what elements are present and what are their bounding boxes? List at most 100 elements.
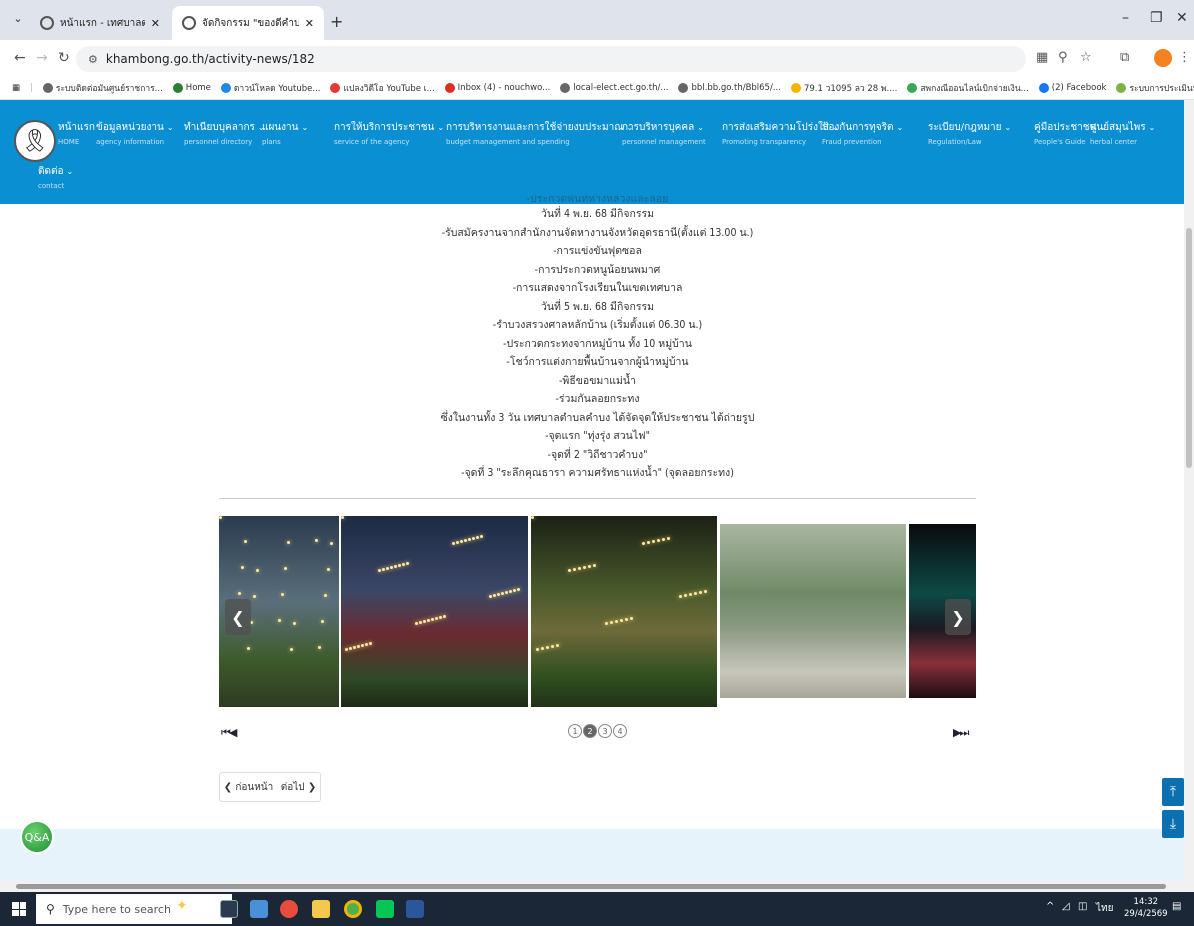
copilot-sparkle-icon[interactable]: ✦ <box>176 898 194 916</box>
string-light <box>244 540 247 543</box>
nav-item[interactable]: การให้บริการประชาชน ⌄ service of the agenc… <box>334 120 444 146</box>
gallery-page-button[interactable]: 2 <box>583 724 597 738</box>
bookmark-item[interactable]: local-elect.ect.go.th/... <box>560 82 668 93</box>
scroll-bottom-button[interactable]: ⤓ <box>1162 810 1184 838</box>
bookmark-item[interactable]: ระบบการประเมินประสิท... <box>1116 81 1194 95</box>
string-light <box>657 539 660 542</box>
store-icon[interactable] <box>250 900 268 918</box>
bookmark-item[interactable]: แปลงวิดีโอ YouTube เ... <box>330 81 435 95</box>
nav-item[interactable]: ระเบียบ/กฎหมาย ⌄ Regulation/Law <box>928 120 1011 146</box>
close-tab-icon[interactable]: ✕ <box>151 17 160 30</box>
taskbar-clock[interactable]: 14:32 29/4/2569 <box>1124 896 1168 920</box>
nav-item[interactable]: ข้อมูลหน่วยงาน ⌄ agency information <box>96 120 174 146</box>
restore-icon[interactable]: ❐ <box>1150 10 1163 26</box>
browser-tab-active[interactable]: จัดกิจกรรม "ของดีคำบง ลอยกระ ✕ <box>172 6 324 40</box>
nav-item[interactable]: ป้องกันการทุจริต ⌄ Fraud prevention <box>822 120 903 146</box>
chrome-icon[interactable] <box>344 900 362 918</box>
nav-item[interactable]: ทำเนียบบุคลากร ⌄ personnel directory <box>184 120 265 146</box>
line-app-icon[interactable] <box>376 900 394 918</box>
nav-label: ระเบียบ/กฎหมาย <box>928 122 1002 133</box>
gallery-page-button[interactable]: 4 <box>613 724 627 738</box>
tray-expand-icon[interactable]: ^ <box>1046 901 1054 912</box>
close-tab-icon[interactable]: ✕ <box>305 17 314 30</box>
file-explorer-icon[interactable] <box>312 900 330 918</box>
extensions-icon[interactable]: ⧉ <box>1120 50 1129 65</box>
nav-sublabel: HOME <box>58 138 80 146</box>
horizontal-scrollbar[interactable] <box>0 881 1184 892</box>
bookmark-star-icon[interactable]: ☆ <box>1080 50 1092 65</box>
bookmark-item[interactable]: Home <box>172 82 211 93</box>
taskbar-search[interactable]: ⚲ Type here to search <box>36 894 232 924</box>
reload-icon[interactable]: ↻ <box>58 50 70 66</box>
string-light <box>281 593 284 596</box>
vertical-scroll-thumb[interactable] <box>1186 228 1192 468</box>
gallery-next-button[interactable]: ❯ <box>945 599 971 635</box>
gallery-prev-button[interactable]: ❮ <box>225 599 251 635</box>
string-light <box>365 643 368 646</box>
first-page-button[interactable]: ⏮◀ <box>221 726 237 740</box>
bookmark-item[interactable]: bbl.bb.go.th/Bbl65/... <box>678 82 781 93</box>
apps-icon[interactable]: ▦ <box>12 83 20 93</box>
bookmark-item[interactable]: ระบบติดต่อมันศูนย์ราชการ... <box>42 81 163 95</box>
nav-item[interactable]: ติดต่อ ⌄ contact <box>38 164 73 190</box>
nav-item[interactable]: หน้าแรก HOME <box>58 120 98 146</box>
nav-item[interactable]: การบริหารบุคคล ⌄ personnel management <box>622 120 706 146</box>
qa-chat-button[interactable]: Q&A <box>20 820 54 854</box>
bookmark-item[interactable]: Inbox (4) - nouchwo... <box>444 82 550 93</box>
article-text-line: วันที่ 5 พ.ย. 68 มีกิจกรรม <box>540 300 655 313</box>
bookmark-item[interactable]: สพกงณีออนไลน์เบิกจ่ายเงิน... <box>907 81 1029 95</box>
back-icon[interactable]: ← <box>14 50 26 66</box>
nav-label: การบริหารงานและการใช้จ่ายงบประมาณ <box>446 122 624 133</box>
string-light <box>390 566 393 569</box>
zoom-icon[interactable]: ⚲ <box>1058 50 1068 65</box>
chevron-down-icon: ⌄ <box>697 123 704 132</box>
new-tab-button[interactable]: + <box>330 12 343 31</box>
nav-item[interactable]: การบริหารงานและการใช้จ่ายงบประมาณ ⌄ budget… <box>446 120 633 146</box>
windows-start-icon[interactable] <box>12 902 26 916</box>
string-light <box>610 621 613 624</box>
string-light <box>293 622 296 625</box>
nav-item[interactable]: แผนงาน ⌄ plans <box>262 120 308 146</box>
nav-label: ทำเนียบบุคลากร <box>184 122 255 133</box>
string-light <box>439 616 442 619</box>
minimize-icon[interactable]: – <box>1122 10 1129 26</box>
menu-icon[interactable]: ⋮ <box>1178 50 1191 65</box>
input-language[interactable]: ไทย <box>1096 901 1113 916</box>
prev-article-button[interactable]: ❮ ก่อนหน้า <box>224 780 274 795</box>
network-icon[interactable]: ◿ <box>1062 901 1070 912</box>
bookmark-item[interactable]: (2) Facebook <box>1038 82 1106 93</box>
vertical-scrollbar[interactable] <box>1184 100 1194 892</box>
task-view-icon[interactable] <box>220 900 238 918</box>
volume-icon[interactable]: ◫ <box>1078 901 1087 912</box>
gallery-page-button[interactable]: 1 <box>568 724 582 738</box>
windows-taskbar: ⚲ Type here to search ✦ ^ ◿ ◫ ไทย 14:32 … <box>0 892 1194 926</box>
tab-search-icon[interactable]: ⌄ <box>10 12 26 28</box>
gallery-photo-4[interactable] <box>720 524 906 698</box>
last-page-button[interactable]: ▶⏭ <box>953 726 969 740</box>
string-light <box>480 535 483 538</box>
gallery-page-button[interactable]: 3 <box>598 724 612 738</box>
browser-tab-home[interactable]: หน้าแรก - เทศบาลตำบล อำเภอ อ.อุด ✕ <box>30 6 170 40</box>
string-light <box>662 538 665 541</box>
nav-item[interactable]: ศูนย์สมุนไพร ⌄ herbal center <box>1090 120 1155 146</box>
word-icon[interactable] <box>406 900 424 918</box>
powerpoint-icon[interactable] <box>280 900 298 918</box>
site-info-icon[interactable]: ⚙ <box>88 53 98 66</box>
string-light <box>605 622 608 625</box>
translate-icon[interactable]: ▦ <box>1036 50 1048 65</box>
string-light <box>536 648 539 651</box>
horizontal-scroll-thumb[interactable] <box>16 884 1166 889</box>
address-bar[interactable]: ⚙ khambong.go.th/activity-news/182 <box>76 46 1026 72</box>
bookmark-item[interactable]: 79.1 ว1095 ลว 28 พ.... <box>790 81 897 95</box>
gallery-pagination: 1234 <box>568 724 627 738</box>
gallery-photo-3[interactable] <box>531 516 717 707</box>
scroll-top-button[interactable]: ⤒ <box>1162 778 1184 806</box>
gallery-photo-2[interactable] <box>341 516 528 707</box>
bookmark-item[interactable]: ดาวน์โหลด Youtube... <box>220 81 320 95</box>
next-article-button[interactable]: ต่อไป ❯ <box>281 780 316 795</box>
profile-avatar[interactable] <box>1154 49 1172 67</box>
close-window-icon[interactable]: ✕ <box>1176 10 1188 26</box>
forward-icon[interactable]: → <box>36 50 48 66</box>
notifications-icon[interactable]: ▤ <box>1172 901 1181 912</box>
article-prev-next: ❮ ก่อนหน้า ต่อไป ❯ <box>219 772 321 802</box>
